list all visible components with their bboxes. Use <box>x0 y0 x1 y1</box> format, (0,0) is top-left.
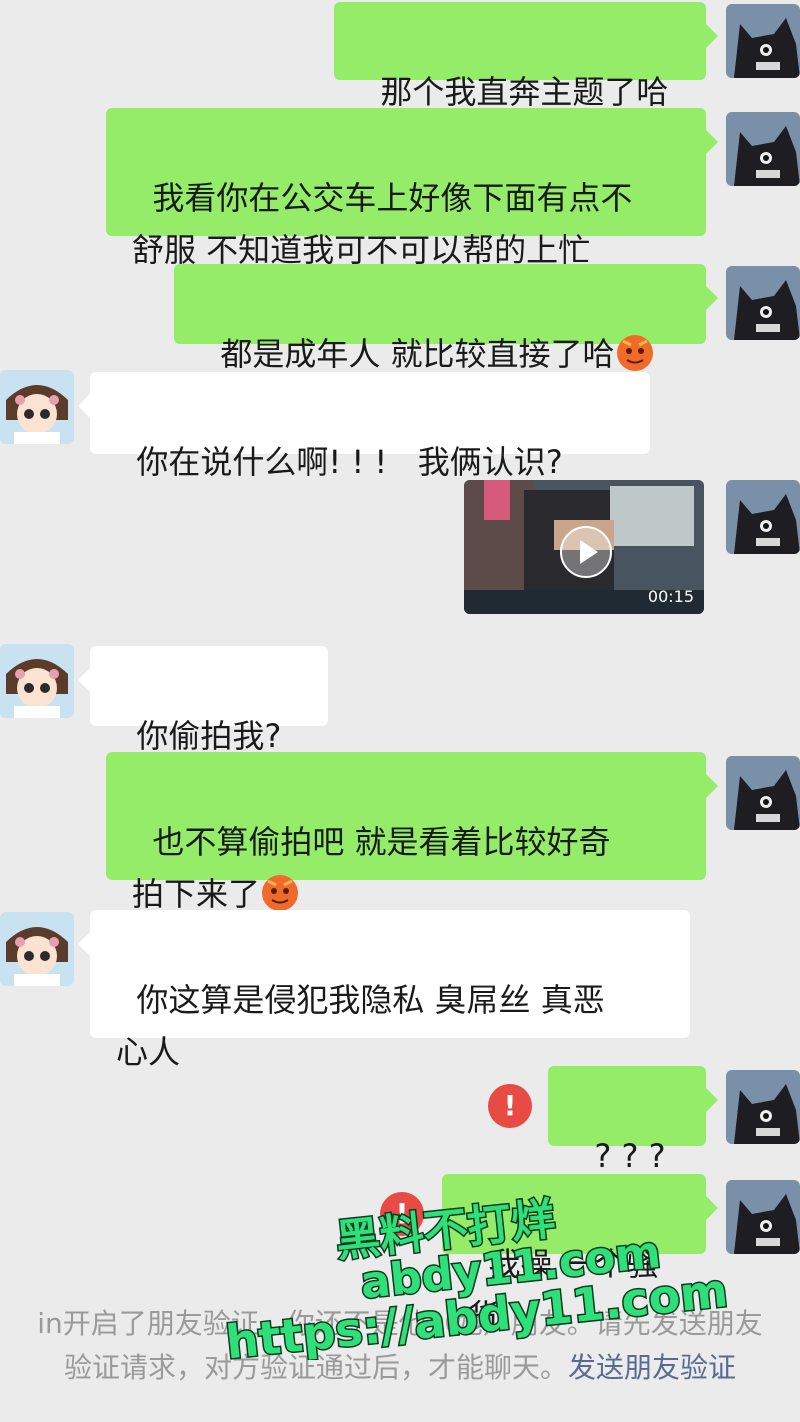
message-text: 都是成年人 就比较直接了哈 <box>220 335 615 373</box>
self-avatar[interactable] <box>726 1180 800 1254</box>
message-bubble[interactable]: ? ? ? <box>548 1066 718 1175</box>
self-avatar[interactable] <box>726 112 800 186</box>
message-bubble[interactable]: 你这算是侵犯我隐私 臭屌丝 真恶 心人 <box>78 910 690 1071</box>
send-failed-icon[interactable]: ! <box>380 1192 424 1236</box>
self-avatar[interactable] <box>726 4 800 78</box>
message-text: 你在说什么啊! ! ! 我俩认识? <box>136 443 563 481</box>
message-bubble[interactable]: 都是成年人 就比较直接了哈 <box>174 264 718 373</box>
self-avatar[interactable] <box>726 1070 800 1144</box>
message-text: 我看你在公交车上好像下面有点不 舒服 不知道我可不可以帮的上忙 <box>132 179 633 269</box>
message-bubble[interactable]: 你偷拍我? <box>78 646 328 755</box>
message-text: 你这算是侵犯我隐私 臭屌丝 真恶 心人 <box>116 981 605 1071</box>
contact-avatar[interactable] <box>0 370 74 444</box>
blush-emoji-icon <box>260 873 300 913</box>
send-failed-icon[interactable]: ! <box>488 1084 532 1128</box>
message-text: 那个我直奔主题了哈 <box>380 73 669 111</box>
message-bubble[interactable]: 我看你在公交车上好像下面有点不 舒服 不知道我可不可以帮的上忙 <box>106 108 718 269</box>
play-icon[interactable] <box>560 526 612 578</box>
message-text: 也不算偷拍吧 就是看着比较好奇 拍下来了 <box>132 823 611 913</box>
blush-emoji-icon <box>615 333 655 373</box>
video-message[interactable]: 00:15 <box>464 480 704 614</box>
contact-avatar[interactable] <box>0 644 74 718</box>
send-verification-link[interactable]: 发送朋友验证 <box>568 1351 736 1384</box>
self-avatar[interactable] <box>726 266 800 340</box>
contact-avatar[interactable] <box>0 912 74 986</box>
self-avatar[interactable] <box>726 480 800 554</box>
video-duration: 00:15 <box>647 587 694 606</box>
friend-verification-notice: in开启了朋友验证，你还不是他（她）朋友。请先发送朋友验证请求，对方验证通过后，… <box>30 1302 770 1390</box>
message-text: ? ? ? <box>594 1137 666 1175</box>
message-text: 你偷拍我? <box>136 717 282 755</box>
self-avatar[interactable] <box>726 756 800 830</box>
message-bubble[interactable]: 也不算偷拍吧 就是看着比较好奇 拍下来了 <box>106 752 718 913</box>
message-bubble[interactable]: 你在说什么啊! ! ! 我俩认识? <box>78 372 650 481</box>
message-bubble[interactable]: 那个我直奔主题了哈 <box>334 2 718 111</box>
message-bubble[interactable]: 我操 一个骚货 <box>442 1174 718 1335</box>
